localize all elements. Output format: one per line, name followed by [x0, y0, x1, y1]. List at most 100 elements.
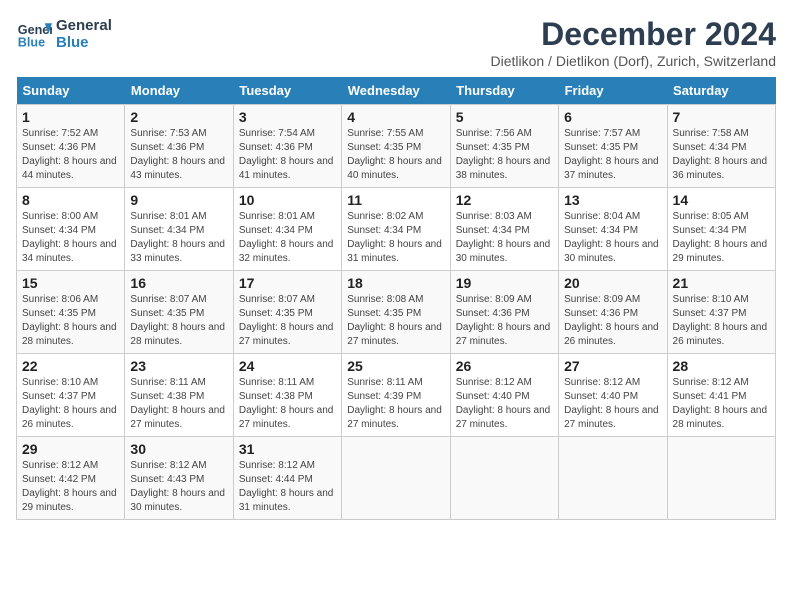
day-info: Sunrise: 8:07 AMSunset: 4:35 PMDaylight:… — [239, 294, 334, 347]
day-info: Sunrise: 8:08 AMSunset: 4:35 PMDaylight:… — [347, 294, 442, 347]
calendar-cell — [667, 437, 775, 520]
day-number: 26 — [456, 358, 553, 374]
day-info: Sunrise: 8:02 AMSunset: 4:34 PMDaylight:… — [347, 211, 442, 264]
calendar-cell: 13 Sunrise: 8:04 AMSunset: 4:34 PMDaylig… — [559, 188, 667, 271]
day-info: Sunrise: 8:11 AMSunset: 4:39 PMDaylight:… — [347, 377, 442, 430]
day-info: Sunrise: 8:06 AMSunset: 4:35 PMDaylight:… — [22, 294, 117, 347]
weekday-saturday: Saturday — [667, 77, 775, 105]
calendar-cell: 11 Sunrise: 8:02 AMSunset: 4:34 PMDaylig… — [342, 188, 450, 271]
weekday-tuesday: Tuesday — [233, 77, 341, 105]
day-number: 24 — [239, 358, 336, 374]
page-header: General Blue General Blue December 2024 … — [16, 16, 776, 69]
day-info: Sunrise: 8:01 AMSunset: 4:34 PMDaylight:… — [130, 211, 225, 264]
day-info: Sunrise: 8:12 AMSunset: 4:41 PMDaylight:… — [673, 377, 768, 430]
calendar-cell: 10 Sunrise: 8:01 AMSunset: 4:34 PMDaylig… — [233, 188, 341, 271]
day-info: Sunrise: 8:09 AMSunset: 4:36 PMDaylight:… — [456, 294, 551, 347]
day-number: 21 — [673, 275, 770, 291]
weekday-friday: Friday — [559, 77, 667, 105]
calendar-cell: 15 Sunrise: 8:06 AMSunset: 4:35 PMDaylig… — [17, 271, 125, 354]
calendar-cell: 27 Sunrise: 8:12 AMSunset: 4:40 PMDaylig… — [559, 354, 667, 437]
day-info: Sunrise: 7:55 AMSunset: 4:35 PMDaylight:… — [347, 128, 442, 181]
weekday-wednesday: Wednesday — [342, 77, 450, 105]
day-info: Sunrise: 8:10 AMSunset: 4:37 PMDaylight:… — [673, 294, 768, 347]
calendar-cell: 20 Sunrise: 8:09 AMSunset: 4:36 PMDaylig… — [559, 271, 667, 354]
calendar-cell: 24 Sunrise: 8:11 AMSunset: 4:38 PMDaylig… — [233, 354, 341, 437]
calendar-cell: 17 Sunrise: 8:07 AMSunset: 4:35 PMDaylig… — [233, 271, 341, 354]
day-info: Sunrise: 8:07 AMSunset: 4:35 PMDaylight:… — [130, 294, 225, 347]
calendar-cell: 25 Sunrise: 8:11 AMSunset: 4:39 PMDaylig… — [342, 354, 450, 437]
calendar-cell: 30 Sunrise: 8:12 AMSunset: 4:43 PMDaylig… — [125, 437, 233, 520]
month-title: December 2024 — [490, 16, 776, 53]
day-number: 22 — [22, 358, 119, 374]
day-number: 8 — [22, 192, 119, 208]
calendar-cell: 14 Sunrise: 8:05 AMSunset: 4:34 PMDaylig… — [667, 188, 775, 271]
day-info: Sunrise: 7:53 AMSunset: 4:36 PMDaylight:… — [130, 128, 225, 181]
day-info: Sunrise: 7:52 AMSunset: 4:36 PMDaylight:… — [22, 128, 117, 181]
calendar-cell: 29 Sunrise: 8:12 AMSunset: 4:42 PMDaylig… — [17, 437, 125, 520]
calendar-cell: 7 Sunrise: 7:58 AMSunset: 4:34 PMDayligh… — [667, 105, 775, 188]
day-info: Sunrise: 8:09 AMSunset: 4:36 PMDaylight:… — [564, 294, 659, 347]
day-number: 16 — [130, 275, 227, 291]
calendar-week-5: 29 Sunrise: 8:12 AMSunset: 4:42 PMDaylig… — [17, 437, 776, 520]
day-number: 15 — [22, 275, 119, 291]
day-info: Sunrise: 8:11 AMSunset: 4:38 PMDaylight:… — [239, 377, 334, 430]
calendar-cell: 16 Sunrise: 8:07 AMSunset: 4:35 PMDaylig… — [125, 271, 233, 354]
weekday-monday: Monday — [125, 77, 233, 105]
calendar-week-3: 15 Sunrise: 8:06 AMSunset: 4:35 PMDaylig… — [17, 271, 776, 354]
calendar-cell: 8 Sunrise: 8:00 AMSunset: 4:34 PMDayligh… — [17, 188, 125, 271]
day-info: Sunrise: 8:00 AMSunset: 4:34 PMDaylight:… — [22, 211, 117, 264]
day-number: 18 — [347, 275, 444, 291]
day-number: 1 — [22, 109, 119, 125]
day-info: Sunrise: 7:57 AMSunset: 4:35 PMDaylight:… — [564, 128, 659, 181]
logo-icon: General Blue — [16, 16, 52, 52]
calendar-cell: 26 Sunrise: 8:12 AMSunset: 4:40 PMDaylig… — [450, 354, 558, 437]
day-number: 23 — [130, 358, 227, 374]
location: Dietlikon / Dietlikon (Dorf), Zurich, Sw… — [490, 53, 776, 69]
calendar-cell: 23 Sunrise: 8:11 AMSunset: 4:38 PMDaylig… — [125, 354, 233, 437]
calendar-cell: 28 Sunrise: 8:12 AMSunset: 4:41 PMDaylig… — [667, 354, 775, 437]
calendar-table: SundayMondayTuesdayWednesdayThursdayFrid… — [16, 77, 776, 520]
day-info: Sunrise: 8:05 AMSunset: 4:34 PMDaylight:… — [673, 211, 768, 264]
calendar-week-4: 22 Sunrise: 8:10 AMSunset: 4:37 PMDaylig… — [17, 354, 776, 437]
calendar-cell: 6 Sunrise: 7:57 AMSunset: 4:35 PMDayligh… — [559, 105, 667, 188]
weekday-header-row: SundayMondayTuesdayWednesdayThursdayFrid… — [17, 77, 776, 105]
calendar-cell: 31 Sunrise: 8:12 AMSunset: 4:44 PMDaylig… — [233, 437, 341, 520]
day-number: 10 — [239, 192, 336, 208]
day-info: Sunrise: 8:04 AMSunset: 4:34 PMDaylight:… — [564, 211, 659, 264]
day-info: Sunrise: 7:54 AMSunset: 4:36 PMDaylight:… — [239, 128, 334, 181]
day-number: 20 — [564, 275, 661, 291]
day-info: Sunrise: 8:12 AMSunset: 4:44 PMDaylight:… — [239, 460, 334, 513]
calendar-cell: 21 Sunrise: 8:10 AMSunset: 4:37 PMDaylig… — [667, 271, 775, 354]
day-number: 27 — [564, 358, 661, 374]
calendar-cell: 4 Sunrise: 7:55 AMSunset: 4:35 PMDayligh… — [342, 105, 450, 188]
day-number: 25 — [347, 358, 444, 374]
day-number: 13 — [564, 192, 661, 208]
day-number: 7 — [673, 109, 770, 125]
calendar-cell: 2 Sunrise: 7:53 AMSunset: 4:36 PMDayligh… — [125, 105, 233, 188]
calendar-cell: 1 Sunrise: 7:52 AMSunset: 4:36 PMDayligh… — [17, 105, 125, 188]
calendar-cell: 3 Sunrise: 7:54 AMSunset: 4:36 PMDayligh… — [233, 105, 341, 188]
day-number: 4 — [347, 109, 444, 125]
day-info: Sunrise: 8:12 AMSunset: 4:40 PMDaylight:… — [456, 377, 551, 430]
day-number: 11 — [347, 192, 444, 208]
day-info: Sunrise: 7:56 AMSunset: 4:35 PMDaylight:… — [456, 128, 551, 181]
calendar-cell: 5 Sunrise: 7:56 AMSunset: 4:35 PMDayligh… — [450, 105, 558, 188]
day-number: 14 — [673, 192, 770, 208]
day-info: Sunrise: 8:12 AMSunset: 4:42 PMDaylight:… — [22, 460, 117, 513]
calendar-cell: 12 Sunrise: 8:03 AMSunset: 4:34 PMDaylig… — [450, 188, 558, 271]
calendar-cell: 18 Sunrise: 8:08 AMSunset: 4:35 PMDaylig… — [342, 271, 450, 354]
day-number: 29 — [22, 441, 119, 457]
calendar-cell — [450, 437, 558, 520]
logo-text-blue: Blue — [56, 34, 112, 51]
weekday-thursday: Thursday — [450, 77, 558, 105]
day-info: Sunrise: 8:03 AMSunset: 4:34 PMDaylight:… — [456, 211, 551, 264]
svg-text:Blue: Blue — [18, 36, 45, 50]
day-info: Sunrise: 8:12 AMSunset: 4:40 PMDaylight:… — [564, 377, 659, 430]
day-info: Sunrise: 7:58 AMSunset: 4:34 PMDaylight:… — [673, 128, 768, 181]
calendar-week-2: 8 Sunrise: 8:00 AMSunset: 4:34 PMDayligh… — [17, 188, 776, 271]
day-number: 31 — [239, 441, 336, 457]
day-number: 17 — [239, 275, 336, 291]
day-info: Sunrise: 8:11 AMSunset: 4:38 PMDaylight:… — [130, 377, 225, 430]
day-number: 5 — [456, 109, 553, 125]
logo-text-general: General — [56, 17, 112, 34]
